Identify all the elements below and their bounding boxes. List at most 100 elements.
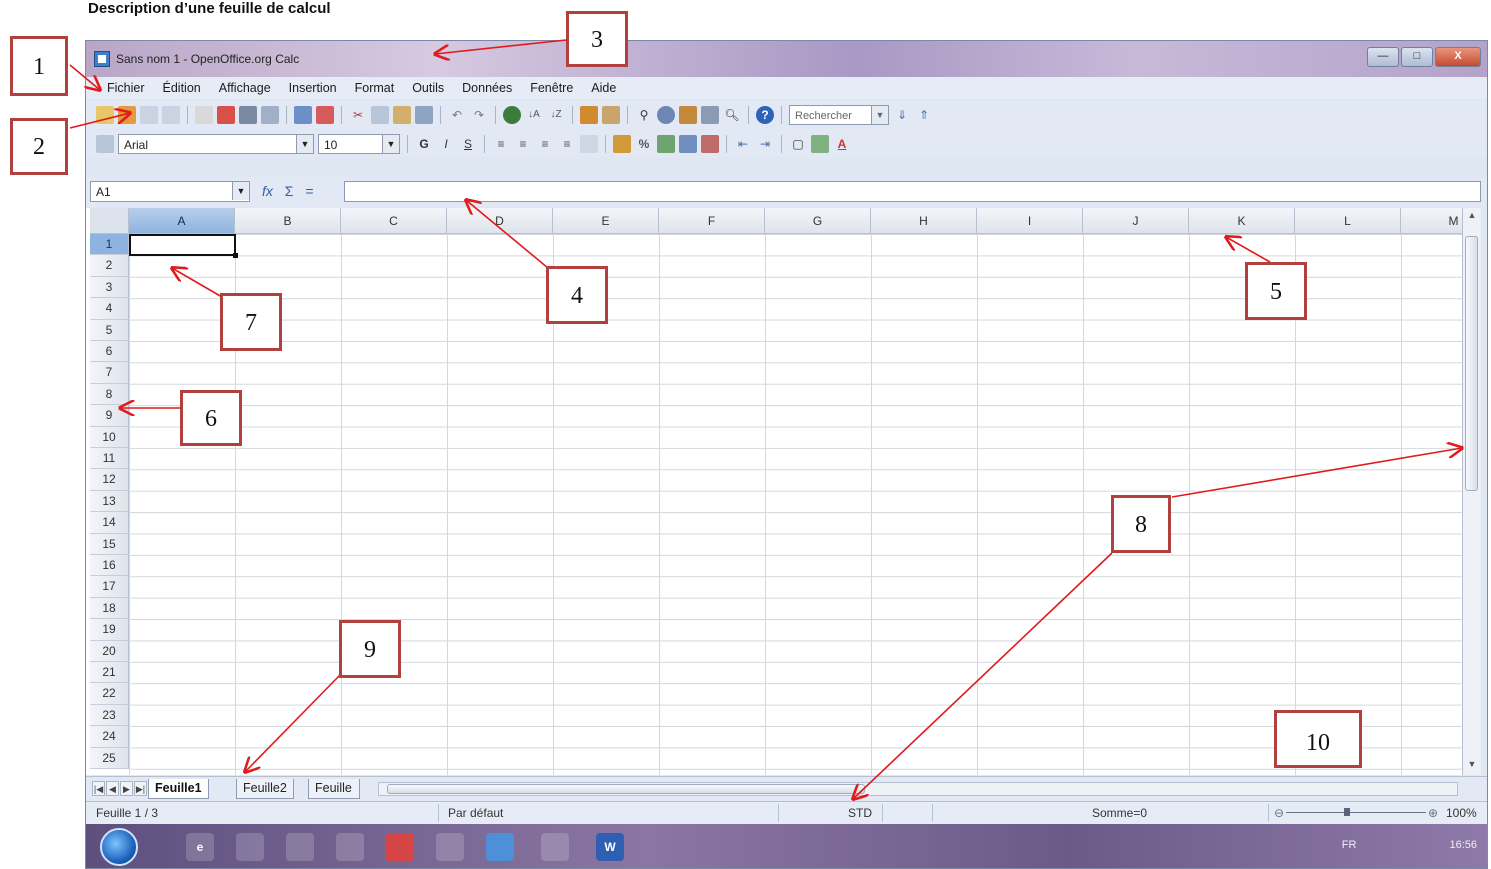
- zoom-slider-knob[interactable]: [1344, 808, 1350, 816]
- column-header[interactable]: I: [977, 208, 1083, 234]
- autospellcheck-icon[interactable]: [316, 106, 334, 124]
- column-header[interactable]: E: [553, 208, 659, 234]
- explorer-icon[interactable]: [236, 833, 264, 861]
- menu-aide[interactable]: Aide: [582, 81, 625, 95]
- vertical-scrollbar[interactable]: ▲ ▼: [1462, 208, 1481, 775]
- currency-format-icon[interactable]: [613, 135, 631, 153]
- horizontal-scrollbar[interactable]: [378, 782, 1458, 796]
- app-icon[interactable]: [336, 833, 364, 861]
- app-blue-icon[interactable]: [486, 833, 514, 861]
- last-sheet-icon[interactable]: ▶|: [134, 781, 147, 796]
- row-header[interactable]: 7: [90, 362, 129, 384]
- function-wizard-button[interactable]: fx: [262, 183, 273, 199]
- column-header[interactable]: D: [447, 208, 553, 234]
- font-size-combo[interactable]: 10 ▼: [318, 134, 400, 154]
- formula-input[interactable]: [344, 181, 1481, 202]
- save-icon[interactable]: [140, 106, 158, 124]
- row-header[interactable]: 11: [90, 448, 129, 470]
- row-header[interactable]: 1: [90, 234, 129, 256]
- column-header[interactable]: A: [129, 208, 235, 234]
- find-next-icon[interactable]: ⇓: [893, 106, 911, 124]
- column-header[interactable]: J: [1083, 208, 1189, 234]
- copy-icon[interactable]: [371, 106, 389, 124]
- next-sheet-icon[interactable]: ▶: [120, 781, 133, 796]
- row-header[interactable]: 23: [90, 704, 129, 727]
- menu-insertion[interactable]: Insertion: [280, 81, 346, 95]
- vertical-scroll-thumb[interactable]: [1465, 236, 1478, 491]
- sheet-tab-feuille2[interactable]: Feuille2: [236, 779, 294, 799]
- menu-outils[interactable]: Outils: [403, 81, 453, 95]
- sort-descending-icon[interactable]: ↓Z: [547, 106, 565, 124]
- redo-icon[interactable]: ↷: [470, 106, 488, 124]
- menu-donnees[interactable]: Données: [453, 81, 521, 95]
- navigator-icon[interactable]: [657, 106, 675, 124]
- name-box[interactable]: A1 ▼: [90, 181, 250, 202]
- calc-taskbar-icon[interactable]: [541, 833, 569, 861]
- align-left-icon[interactable]: ≡: [492, 135, 510, 153]
- spellcheck-icon[interactable]: [294, 106, 312, 124]
- chevron-down-icon[interactable]: ▼: [232, 182, 249, 200]
- page-style[interactable]: Par défaut: [448, 806, 503, 820]
- sheet-tab-feuille1[interactable]: Feuille1: [148, 779, 209, 799]
- open-icon[interactable]: [118, 106, 136, 124]
- justify-icon[interactable]: ≡: [558, 135, 576, 153]
- previous-sheet-icon[interactable]: ◀: [106, 781, 119, 796]
- close-button[interactable]: X: [1435, 47, 1481, 67]
- zoom-out-icon[interactable]: ⊖: [1274, 806, 1284, 820]
- export-pdf-icon[interactable]: [217, 106, 235, 124]
- bold-button[interactable]: G: [415, 135, 433, 153]
- row-header[interactable]: 4: [90, 298, 129, 320]
- selection-mode[interactable]: STD: [848, 806, 872, 820]
- row-header[interactable]: 20: [90, 640, 129, 662]
- row-header[interactable]: 9: [90, 405, 129, 427]
- menu-format[interactable]: Format: [346, 81, 404, 95]
- select-all-corner[interactable]: [90, 208, 129, 234]
- row-header[interactable]: 13: [90, 490, 129, 513]
- new-document-icon[interactable]: [96, 106, 114, 124]
- chart-icon[interactable]: [580, 106, 598, 124]
- zoom-level[interactable]: 100%: [1446, 806, 1477, 820]
- sum-button[interactable]: Σ: [285, 183, 294, 199]
- first-sheet-icon[interactable]: |◀: [92, 781, 105, 796]
- row-header[interactable]: 18: [90, 597, 129, 620]
- align-right-icon[interactable]: ≡: [536, 135, 554, 153]
- row-header[interactable]: 15: [90, 533, 129, 555]
- maximize-button[interactable]: □: [1401, 47, 1433, 67]
- app-icon[interactable]: [436, 833, 464, 861]
- chevron-down-icon[interactable]: ▼: [871, 106, 888, 124]
- row-header[interactable]: 14: [90, 512, 129, 534]
- app-red-icon[interactable]: [386, 833, 414, 861]
- sort-ascending-icon[interactable]: ↓A: [525, 106, 543, 124]
- row-header[interactable]: 25: [90, 747, 129, 769]
- column-header[interactable]: B: [235, 208, 341, 234]
- scroll-down-icon[interactable]: ▼: [1463, 759, 1481, 773]
- zoom-slider[interactable]: [1286, 812, 1426, 813]
- search-input[interactable]: Rechercher ▼: [789, 105, 889, 125]
- column-header[interactable]: M: [1401, 208, 1462, 234]
- standard-format-icon[interactable]: [657, 135, 675, 153]
- zoom-icon[interactable]: 🔍︎: [723, 106, 741, 124]
- gallery-icon[interactable]: [679, 106, 697, 124]
- styles-icon[interactable]: [96, 135, 114, 153]
- underline-button[interactable]: S: [459, 135, 477, 153]
- row-header[interactable]: 22: [90, 683, 129, 705]
- menu-edition[interactable]: Édition: [154, 81, 210, 95]
- clone-format-icon[interactable]: [415, 106, 433, 124]
- draw-icon[interactable]: [602, 106, 620, 124]
- font-color-icon[interactable]: A: [833, 135, 851, 153]
- borders-icon[interactable]: ▢: [789, 135, 807, 153]
- column-header[interactable]: F: [659, 208, 765, 234]
- row-header[interactable]: 6: [90, 341, 129, 363]
- minimize-button[interactable]: —: [1367, 47, 1399, 67]
- column-header[interactable]: H: [871, 208, 977, 234]
- decrease-indent-icon[interactable]: ⇤: [734, 135, 752, 153]
- clock[interactable]: 16:56: [1449, 839, 1477, 851]
- language-indicator[interactable]: FR: [1342, 839, 1357, 851]
- menu-fenetre[interactable]: Fenêtre: [521, 81, 582, 95]
- row-header[interactable]: 12: [90, 469, 129, 491]
- menu-affichage[interactable]: Affichage: [210, 81, 280, 95]
- row-header[interactable]: 24: [90, 726, 129, 748]
- row-header[interactable]: 3: [90, 276, 129, 299]
- sheet-tab-feuille3[interactable]: Feuille: [308, 779, 360, 799]
- find-previous-icon[interactable]: ⇑: [915, 106, 933, 124]
